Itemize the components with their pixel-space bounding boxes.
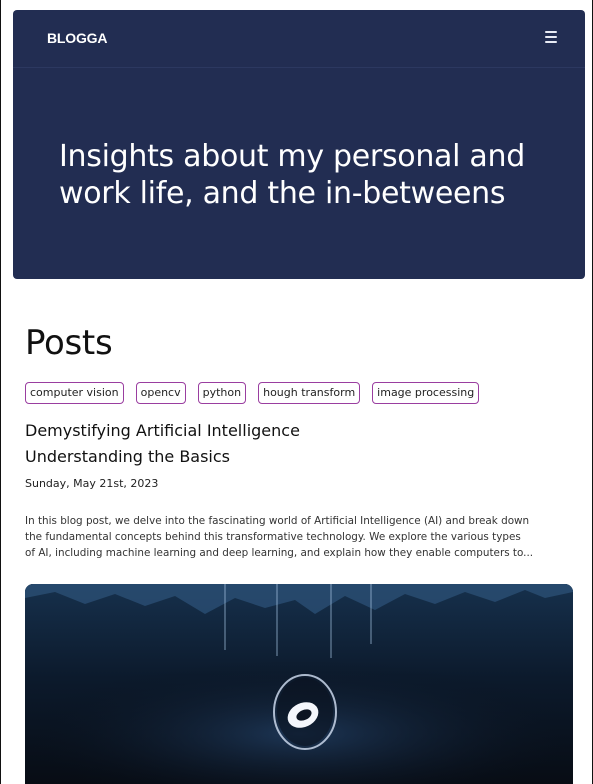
post-excerpt-line-1: In this blog post, we delve into the fas… xyxy=(25,515,530,527)
post-excerpt-line-2: the fundamental concepts behind this tra… xyxy=(25,531,521,543)
hamburger-menu-icon[interactable] xyxy=(545,31,559,45)
navbar: BLOGGA xyxy=(13,10,585,68)
page-frame: BLOGGA Insights about my personal and wo… xyxy=(0,0,593,784)
hero-title-line-2: work life, and the in-betweens xyxy=(59,176,506,211)
ai-abstract-image xyxy=(25,584,573,784)
tag-image-processing[interactable]: image processing xyxy=(372,382,480,404)
post-title-link[interactable]: Demystifying Artificial Intelligence Und… xyxy=(25,418,525,470)
hero-title: Insights about my personal and work life… xyxy=(59,138,559,212)
post-title-line-1: Demystifying Artificial Intelligence xyxy=(25,421,300,440)
post-excerpt-line-3: of AI, including machine learning and de… xyxy=(25,547,534,559)
tag-python[interactable]: python xyxy=(197,382,247,404)
tag-opencv[interactable]: opencv xyxy=(135,382,186,404)
hero-banner: BLOGGA Insights about my personal and wo… xyxy=(13,10,585,279)
post-date: Sunday, May 21st, 2023 xyxy=(25,477,159,490)
posts-heading: Posts xyxy=(25,323,113,363)
logo[interactable]: BLOGGA xyxy=(47,30,107,46)
post-title-line-2: Understanding the Basics xyxy=(25,447,231,466)
tag-computer-vision[interactable]: computer vision xyxy=(25,382,124,404)
tag-hough-transform[interactable]: hough transform xyxy=(258,382,361,404)
hero-title-line-1: Insights about my personal and xyxy=(59,139,525,174)
post-cover-image[interactable] xyxy=(25,584,573,784)
tag-list: computer vision opencv python hough tran… xyxy=(25,382,480,404)
post-excerpt: In this blog post, we delve into the fas… xyxy=(25,513,573,561)
